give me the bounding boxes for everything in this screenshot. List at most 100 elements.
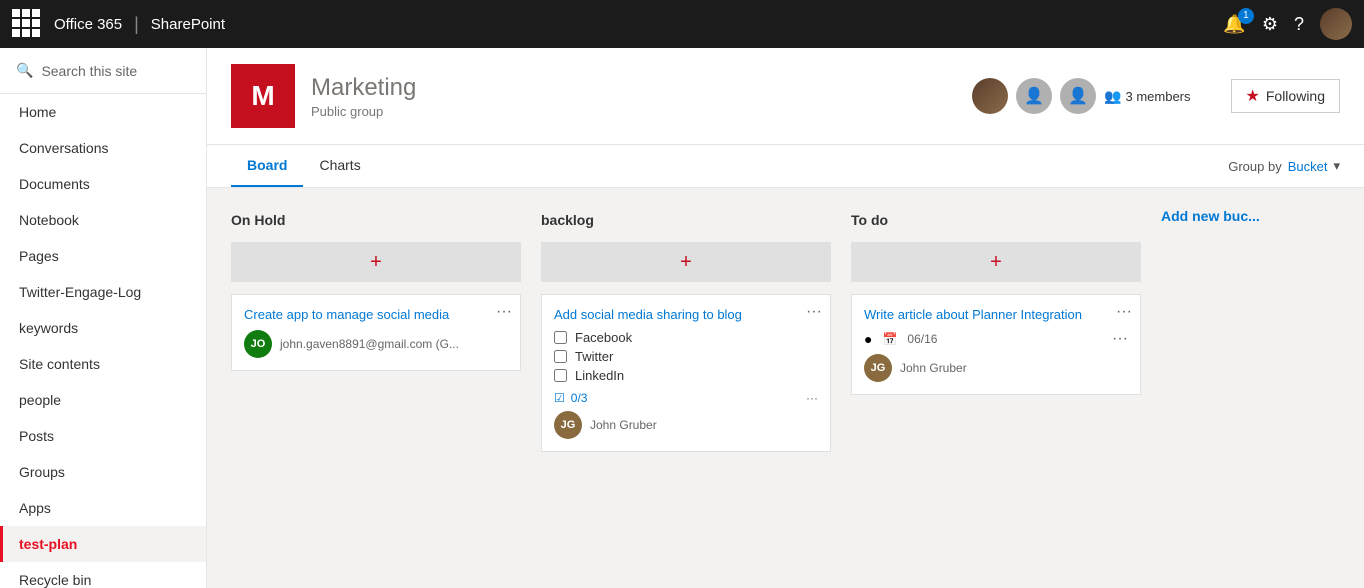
checklist-label-2: LinkedIn [575,368,624,383]
group-type: Public group [311,104,956,119]
group-info: Marketing Public group [311,74,956,119]
column-header-on-hold: On Hold [231,208,521,232]
group-members: 👤 👤 👥 3 members [972,78,1190,114]
column-header-to-do: To do [851,208,1141,232]
task-card-card-2: ···Add social media sharing to blogFaceb… [541,294,831,452]
sidebar-item-pages[interactable]: Pages [0,238,206,274]
layout: 🔍 Search this site HomeConversationsDocu… [0,48,1364,588]
assignee-avatar-card-1: JO [244,330,272,358]
notification-badge: 1 [1238,8,1254,24]
checkbox-2[interactable] [554,369,567,382]
sidebar-item-groups[interactable]: Groups [0,454,206,490]
sidebar-item-keywords[interactable]: keywords [0,310,206,346]
sidebar-nav: HomeConversationsDocumentsNotebookPagesT… [0,94,206,588]
user-avatar[interactable] [1320,8,1352,40]
calendar-icon: 📅 [882,332,897,346]
board-column-to-do: To do+···Write article about Planner Int… [851,208,1141,405]
chevron-down-icon: ▾ [1333,158,1340,174]
task-card-card-1: ···Create app to manage social media JO jo… [231,294,521,371]
task-title-card-3[interactable]: Write article about Planner Integration [864,307,1128,322]
checkbox-0[interactable] [554,331,567,344]
task-footer-card-3: JG John Gruber [864,354,1128,382]
group-by-label: Group by [1228,159,1281,174]
notification-icon[interactable]: 🔔 1 [1223,14,1245,35]
assignee-name-card-3: John Gruber [900,361,967,375]
sidebar-item-recycle-bin[interactable]: Recycle bin [0,562,206,588]
group-by[interactable]: Group by Bucket ▾ [1228,158,1340,174]
assignee-avatar-card-2: JG [554,411,582,439]
following-label: Following [1266,88,1325,104]
members-icon: 👥 [1104,88,1121,105]
following-star-icon: ★ [1246,86,1260,106]
topbar: Office 365 | SharePoint 🔔 1 ⚙ ? [0,0,1364,48]
assignee-avatar-card-3: JG [864,354,892,382]
sidebar-item-people[interactable]: people [0,382,206,418]
progress-more-icon[interactable]: ··· [806,391,818,405]
office365-label[interactable]: Office 365 [54,16,122,33]
add-task-button-to-do[interactable]: + [851,242,1141,282]
checklist-item-0[interactable]: Facebook [554,330,818,345]
sidebar-item-notebook[interactable]: Notebook [0,202,206,238]
main-content: M Marketing Public group 👤 👤 👥 3 members… [207,48,1364,588]
add-task-button-backlog[interactable]: + [541,242,831,282]
waffle-icon[interactable] [12,9,42,39]
add-bucket-column: Add new buc... [1161,208,1261,224]
tab-charts[interactable]: Charts [303,145,376,187]
group-header: M Marketing Public group 👤 👤 👥 3 members… [207,48,1364,145]
tab-board[interactable]: Board [231,145,303,187]
task-meta-more[interactable]: ··· [1112,330,1128,348]
group-name: Marketing [311,74,956,102]
members-count: 👥 3 members [1104,88,1190,105]
group-by-value: Bucket [1288,159,1328,174]
search-text: Search this site [41,63,137,79]
checklist-item-2[interactable]: LinkedIn [554,368,818,383]
task-title-card-1[interactable]: Create app to manage social media [244,307,508,322]
help-icon[interactable]: ? [1294,14,1304,35]
task-icon: ● [864,331,872,347]
task-card-card-3: ···Write article about Planner Integrati… [851,294,1141,395]
sidebar-item-documents[interactable]: Documents [0,166,206,202]
progress-text: 0/3 [571,391,588,405]
sidebar: 🔍 Search this site HomeConversationsDocu… [0,48,207,588]
sidebar-item-home[interactable]: Home [0,94,206,130]
board-area: On Hold+···Create app to manage social m… [207,188,1364,588]
task-progress-card-2: ☑ 0/3 ··· [554,391,818,405]
sidebar-item-conversations[interactable]: Conversations [0,130,206,166]
sidebar-item-posts[interactable]: Posts [0,418,206,454]
add-task-button-on-hold[interactable]: + [231,242,521,282]
group-logo: M [231,64,295,128]
task-date: 06/16 [907,332,937,346]
task-more-button-card-1[interactable]: ··· [496,303,512,321]
task-title-card-2[interactable]: Add social media sharing to blog [554,307,818,322]
task-meta-card-3: ● 📅 06/16 ··· [864,330,1128,348]
sidebar-item-twitter-engage-log[interactable]: Twitter-Engage-Log [0,274,206,310]
checkbox-1[interactable] [554,350,567,363]
task-checklist-card-2: Facebook Twitter LinkedIn [554,330,818,383]
task-more-button-card-2[interactable]: ··· [806,303,822,321]
board-column-on-hold: On Hold + ···Create app to manage social m… [231,208,521,381]
tabs-list: BoardCharts [231,145,377,187]
checklist-item-1[interactable]: Twitter [554,349,818,364]
search-icon: 🔍 [16,62,33,79]
sidebar-item-test-plan[interactable]: test-plan [0,526,206,562]
task-more-button-card-3[interactable]: ··· [1116,303,1132,321]
settings-icon[interactable]: ⚙ [1262,14,1278,35]
task-footer-card-2: JG John Gruber [554,411,818,439]
board-column-backlog: backlog+···Add social media sharing to b… [541,208,831,462]
tabs-bar: BoardCharts Group by Bucket ▾ [207,145,1364,188]
topbar-icons: 🔔 1 ⚙ ? [1223,8,1352,40]
checklist-label-1: Twitter [575,349,613,364]
assignee-name-card-1: john.gaven8891@gmail.com (G... [280,337,459,351]
column-header-backlog: backlog [541,208,831,232]
add-bucket-button[interactable]: Add new buc... [1161,208,1261,224]
task-footer-card-1: JO john.gaven8891@gmail.com (G... [244,330,508,358]
sharepoint-label[interactable]: SharePoint [151,16,225,33]
progress-icon: ☑ [554,391,565,405]
search-box[interactable]: 🔍 Search this site [0,48,206,94]
sidebar-item-apps[interactable]: Apps [0,490,206,526]
members-count-text: 3 members [1125,89,1190,104]
topbar-divider: | [134,14,139,35]
sidebar-item-site-contents[interactable]: Site contents [0,346,206,382]
following-button[interactable]: ★ Following [1231,79,1340,113]
assignee-name-card-2: John Gruber [590,418,657,432]
